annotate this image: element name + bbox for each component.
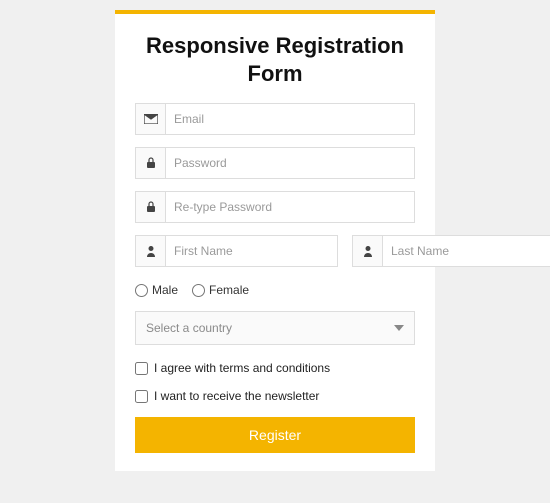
terms-checkbox-wrap[interactable]: I agree with terms and conditions [135,361,415,375]
password-group [135,147,415,179]
terms-checkbox[interactable] [135,362,148,375]
country-select-wrap: Select a country [135,311,415,345]
lastname-group [352,235,550,267]
name-row [135,235,415,267]
firstname-field[interactable] [165,235,338,267]
radio-female[interactable]: Female [192,283,249,297]
registration-form: Responsive Registration Form [115,10,435,471]
register-button[interactable]: Register [135,417,415,453]
firstname-group [135,235,338,267]
user-icon [135,235,165,267]
newsletter-checkbox-wrap[interactable]: I want to receive the newsletter [135,389,415,403]
lock-icon [135,147,165,179]
terms-label: I agree with terms and conditions [154,361,330,375]
lastname-field[interactable] [382,235,550,267]
user-icon [352,235,382,267]
country-select-label: Select a country [146,321,232,335]
repassword-group [135,191,415,223]
radio-female-input[interactable] [192,284,205,297]
country-select[interactable]: Select a country [135,311,415,345]
radio-male-input[interactable] [135,284,148,297]
email-field[interactable] [165,103,415,135]
newsletter-label: I want to receive the newsletter [154,389,319,403]
password-field[interactable] [165,147,415,179]
radio-female-label: Female [209,283,249,297]
email-group [135,103,415,135]
gender-radio-group: Male Female [135,283,415,297]
lock-icon [135,191,165,223]
page-title: Responsive Registration Form [135,14,415,103]
radio-male[interactable]: Male [135,283,178,297]
chevron-down-icon [394,325,404,331]
envelope-icon [135,103,165,135]
radio-male-label: Male [152,283,178,297]
repassword-field[interactable] [165,191,415,223]
newsletter-checkbox[interactable] [135,390,148,403]
